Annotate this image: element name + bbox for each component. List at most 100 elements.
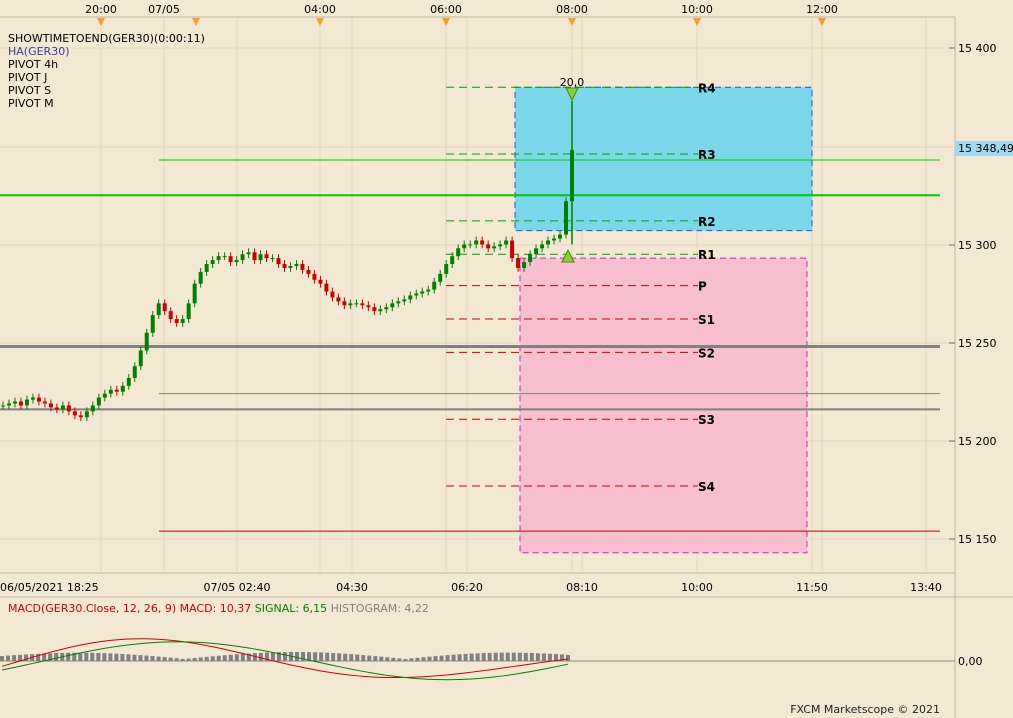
macd-zero-tick: 0,00 xyxy=(958,655,983,668)
candle-body xyxy=(348,303,353,306)
macd-legend[interactable]: MACD(GER30.Close, 12, 26, 9) MACD: 10,37… xyxy=(8,602,429,615)
histogram-bar xyxy=(367,655,372,661)
candle-body xyxy=(558,234,563,239)
candle-body xyxy=(540,244,545,249)
candle-body xyxy=(336,297,341,302)
candle-body xyxy=(390,303,395,308)
bottom-tick-label: 11:50 xyxy=(796,581,828,594)
candle-body xyxy=(420,291,425,294)
indicator-label[interactable]: PIVOT 4h xyxy=(8,58,58,71)
candle-body xyxy=(186,303,191,320)
trade-zones xyxy=(514,86,813,554)
signal-value-label: 20,0 xyxy=(560,76,585,89)
candle-body xyxy=(480,240,485,245)
pivot-label: R3 xyxy=(698,148,716,162)
pivot-label: S3 xyxy=(698,413,715,427)
histogram-value: HISTOGRAM: 4,22 xyxy=(330,602,429,615)
histogram-bar xyxy=(234,654,239,661)
histogram-bar xyxy=(126,654,131,661)
candle-body xyxy=(450,256,455,265)
histogram-bar xyxy=(439,655,444,661)
candle-body xyxy=(264,254,269,259)
histogram-bar xyxy=(102,653,107,661)
histogram-bar xyxy=(0,656,4,661)
histogram-bar xyxy=(319,652,324,661)
indicator-label[interactable]: PIVOT J xyxy=(8,71,47,84)
candle-body xyxy=(504,240,509,245)
candle-body xyxy=(564,201,569,235)
candle-body xyxy=(306,269,311,274)
histogram-bar xyxy=(240,653,245,661)
histogram-bar xyxy=(114,653,119,661)
candle-body xyxy=(90,405,95,412)
indicator-label[interactable]: PIVOT M xyxy=(8,97,54,110)
pivot-label: R4 xyxy=(698,81,716,95)
histogram-bar xyxy=(493,652,498,661)
candle-body xyxy=(324,283,329,292)
histogram-bar xyxy=(96,652,101,661)
histogram-bar xyxy=(337,653,342,661)
candle-body xyxy=(426,289,431,292)
candle-body xyxy=(30,397,35,400)
pivot-label: P xyxy=(698,280,707,294)
candle-body xyxy=(228,256,233,263)
candle-body xyxy=(252,252,257,261)
histogram-bar xyxy=(108,653,113,661)
candle-body xyxy=(174,319,179,323)
candle-body xyxy=(408,295,413,300)
candle-body xyxy=(288,266,293,268)
candle-body xyxy=(216,256,221,261)
histogram-bar xyxy=(499,652,504,661)
candle-body xyxy=(444,264,449,274)
histogram-bar xyxy=(174,658,179,661)
histogram-bar xyxy=(505,652,510,661)
candle-body xyxy=(234,260,239,263)
indicator-label[interactable]: PIVOT S xyxy=(8,84,51,97)
candle-body xyxy=(456,248,461,257)
histogram-bar xyxy=(475,653,480,661)
macd-histogram xyxy=(0,651,570,661)
candle-body xyxy=(210,260,215,265)
price-axis: 15 400 15 300 15 250 15 200 15 150 15 34… xyxy=(949,42,1013,546)
histogram-bar xyxy=(258,652,263,661)
histogram-bar xyxy=(313,652,318,661)
bottom-tick-label: 08:10 xyxy=(566,581,598,594)
candle-body xyxy=(534,248,539,255)
histogram-bar xyxy=(66,652,71,661)
candle-body xyxy=(294,264,299,267)
indicator-label[interactable]: SHOWTIMETOEND(GER30)(0:00:11) xyxy=(8,32,205,45)
histogram-bar xyxy=(138,655,143,661)
macd-title: MACD(GER30.Close, 12, 26, 9) xyxy=(8,602,177,615)
candle-body xyxy=(354,303,359,305)
indicator-label[interactable]: HA(GER30) xyxy=(8,45,70,58)
candle-body xyxy=(258,254,263,261)
macd-panel: 0,00 xyxy=(0,638,983,681)
candle-body xyxy=(168,311,173,320)
candle-body xyxy=(24,399,29,406)
histogram-bar xyxy=(204,656,209,661)
candle-body xyxy=(510,240,515,259)
sell-zone-box xyxy=(519,257,808,554)
histogram-bar xyxy=(186,658,191,661)
histogram-bar xyxy=(156,656,161,661)
histogram-bar xyxy=(331,652,336,661)
top-tick-label: 07/05 xyxy=(148,3,180,16)
histogram-bar xyxy=(355,654,360,661)
candle-body xyxy=(522,262,527,268)
histogram-bar xyxy=(90,652,95,661)
candle-body xyxy=(162,303,167,312)
candle-body xyxy=(72,411,77,416)
histogram-bar xyxy=(325,652,330,661)
histogram-bar xyxy=(150,656,155,661)
candle-body xyxy=(66,405,71,412)
histogram-bar xyxy=(487,652,492,661)
histogram-bar xyxy=(349,654,354,661)
histogram-bar xyxy=(529,653,534,661)
histogram-bar xyxy=(78,652,83,661)
candle-body xyxy=(156,303,161,316)
bottom-tick-label: 06:20 xyxy=(451,581,483,594)
histogram-bar xyxy=(397,658,402,661)
buy-zone-box xyxy=(514,86,813,232)
candle-body xyxy=(414,293,419,296)
top-tick-label: 12:00 xyxy=(806,3,838,16)
